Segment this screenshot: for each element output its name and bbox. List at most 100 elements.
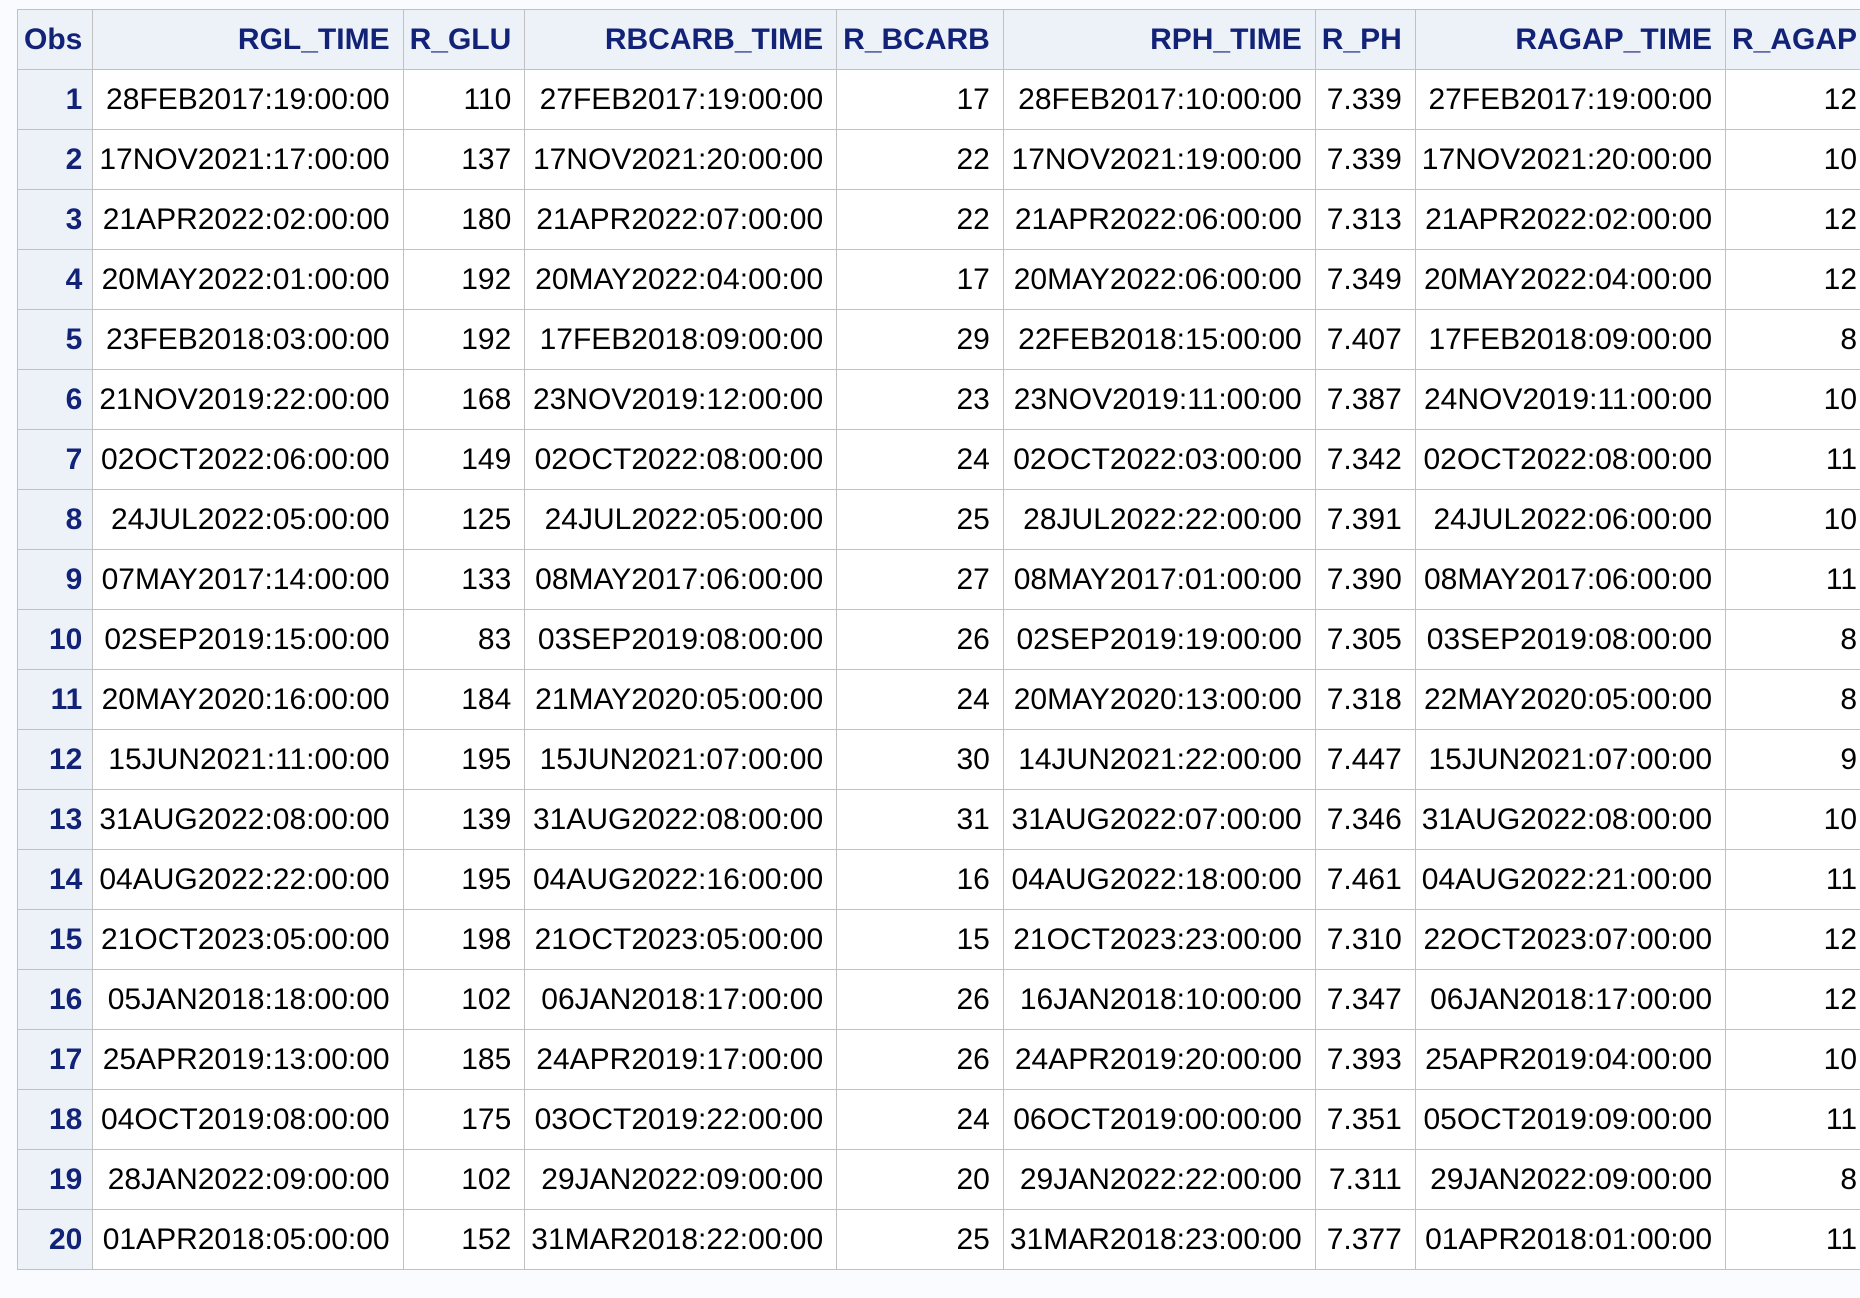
cell-rph-time: 28JUL2022:22:00:00 bbox=[1002, 489, 1316, 550]
cell-r-glu: 137 bbox=[402, 129, 526, 190]
cell-r-agap: 8 bbox=[1725, 609, 1860, 670]
cell-ragap-time: 06JAN2018:17:00:00 bbox=[1414, 969, 1727, 1030]
cell-r-bcarb: 31 bbox=[836, 789, 1004, 850]
obs-number-cell: 15 bbox=[16, 909, 94, 970]
cell-r-agap: 10 bbox=[1725, 789, 1860, 850]
cell-rgl-time: 20MAY2022:01:00:00 bbox=[92, 249, 404, 310]
cell-rgl-time: 24JUL2022:05:00:00 bbox=[92, 489, 404, 550]
cell-r-agap: 11 bbox=[1725, 849, 1860, 910]
cell-rgl-time: 23FEB2018:03:00:00 bbox=[92, 309, 404, 370]
cell-r-glu: 195 bbox=[402, 729, 526, 790]
cell-r-bcarb: 22 bbox=[836, 189, 1004, 250]
cell-r-agap: 10 bbox=[1725, 369, 1860, 430]
cell-rph-time: 24APR2019:20:00:00 bbox=[1002, 1029, 1316, 1090]
cell-r-bcarb: 20 bbox=[836, 1149, 1004, 1210]
cell-ragap-time: 17FEB2018:09:00:00 bbox=[1414, 309, 1727, 370]
obs-number-cell: 16 bbox=[16, 969, 94, 1030]
cell-rgl-time: 04OCT2019:08:00:00 bbox=[92, 1089, 404, 1150]
cell-rph-time: 20MAY2020:13:00:00 bbox=[1002, 669, 1316, 730]
cell-rph-time: 23NOV2019:11:00:00 bbox=[1002, 369, 1316, 430]
cell-r-glu: 83 bbox=[402, 609, 526, 670]
cell-ragap-time: 02OCT2022:08:00:00 bbox=[1414, 429, 1727, 490]
cell-r-agap: 12 bbox=[1725, 189, 1860, 250]
cell-rbcarb-time: 21OCT2023:05:00:00 bbox=[524, 909, 838, 970]
cell-r-glu: 125 bbox=[402, 489, 526, 550]
column-header-ragap-time: RAGAP_TIME bbox=[1414, 9, 1727, 70]
table-header-row: Obs RGL_TIME R_GLU RBCARB_TIME R_BCARB RPH_TI… bbox=[16, 9, 1860, 70]
cell-rbcarb-time: 08MAY2017:06:00:00 bbox=[524, 549, 838, 610]
cell-r-agap: 8 bbox=[1725, 1149, 1860, 1210]
cell-r-bcarb: 30 bbox=[836, 729, 1004, 790]
cell-r-glu: 185 bbox=[402, 1029, 526, 1090]
cell-r-bcarb: 24 bbox=[836, 1089, 1004, 1150]
cell-r-agap: 10 bbox=[1725, 129, 1860, 190]
cell-r-glu: 175 bbox=[402, 1089, 526, 1150]
cell-r-glu: 168 bbox=[402, 369, 526, 430]
cell-rph-time: 31MAR2018:23:00:00 bbox=[1002, 1209, 1316, 1270]
obs-number-cell: 10 bbox=[16, 609, 94, 670]
obs-number-cell: 7 bbox=[16, 429, 94, 490]
cell-rbcarb-time: 29JAN2022:09:00:00 bbox=[524, 1149, 838, 1210]
cell-ragap-time: 01APR2018:01:00:00 bbox=[1414, 1209, 1727, 1270]
cell-ragap-time: 04AUG2022:21:00:00 bbox=[1414, 849, 1727, 910]
cell-r-bcarb: 24 bbox=[836, 429, 1004, 490]
column-header-r-bcarb: R_BCARB bbox=[836, 9, 1004, 70]
cell-r-ph: 7.310 bbox=[1314, 909, 1416, 970]
cell-r-ph: 7.339 bbox=[1314, 129, 1416, 190]
column-header-r-glu: R_GLU bbox=[402, 9, 526, 70]
cell-r-ph: 7.313 bbox=[1314, 189, 1416, 250]
obs-number-cell: 3 bbox=[16, 189, 94, 250]
cell-rgl-time: 25APR2019:13:00:00 bbox=[92, 1029, 404, 1090]
cell-r-glu: 139 bbox=[402, 789, 526, 850]
cell-r-glu: 180 bbox=[402, 189, 526, 250]
cell-rgl-time: 20MAY2020:16:00:00 bbox=[92, 669, 404, 730]
column-header-rbcarb-time: RBCARB_TIME bbox=[524, 9, 838, 70]
table-row: 14 04AUG2022:22:00:00 195 04AUG2022:16:00:0… bbox=[16, 849, 1860, 910]
obs-number-cell: 11 bbox=[16, 669, 94, 730]
cell-rph-time: 02SEP2019:19:00:00 bbox=[1002, 609, 1316, 670]
obs-number-cell: 12 bbox=[16, 729, 94, 790]
cell-r-glu: 149 bbox=[402, 429, 526, 490]
cell-r-bcarb: 26 bbox=[836, 969, 1004, 1030]
cell-r-glu: 102 bbox=[402, 1149, 526, 1210]
cell-ragap-time: 20MAY2022:04:00:00 bbox=[1414, 249, 1727, 310]
cell-r-ph: 7.305 bbox=[1314, 609, 1416, 670]
cell-rph-time: 22FEB2018:15:00:00 bbox=[1002, 309, 1316, 370]
cell-r-ph: 7.407 bbox=[1314, 309, 1416, 370]
cell-ragap-time: 24NOV2019:11:00:00 bbox=[1414, 369, 1727, 430]
cell-rph-time: 02OCT2022:03:00:00 bbox=[1002, 429, 1316, 490]
cell-r-bcarb: 16 bbox=[836, 849, 1004, 910]
table-row: 11 20MAY2020:16:00:00 184 21MAY2020:05:00:0… bbox=[16, 669, 1860, 730]
column-header-r-ph: R_PH bbox=[1314, 9, 1416, 70]
obs-number-cell: 19 bbox=[16, 1149, 94, 1210]
obs-number-cell: 13 bbox=[16, 789, 94, 850]
cell-r-glu: 192 bbox=[402, 309, 526, 370]
table-row: 8 24JUL2022:05:00:00 125 24JUL2022:05:00:00… bbox=[16, 489, 1860, 550]
cell-rgl-time: 07MAY2017:14:00:00 bbox=[92, 549, 404, 610]
cell-r-ph: 7.351 bbox=[1314, 1089, 1416, 1150]
cell-rbcarb-time: 24APR2019:17:00:00 bbox=[524, 1029, 838, 1090]
cell-r-bcarb: 27 bbox=[836, 549, 1004, 610]
cell-ragap-time: 08MAY2017:06:00:00 bbox=[1414, 549, 1727, 610]
cell-r-glu: 133 bbox=[402, 549, 526, 610]
cell-r-bcarb: 22 bbox=[836, 129, 1004, 190]
cell-rgl-time: 28FEB2017:19:00:00 bbox=[92, 69, 404, 130]
cell-rgl-time: 05JAN2018:18:00:00 bbox=[92, 969, 404, 1030]
table-row: 9 07MAY2017:14:00:00 133 08MAY2017:06:00:00… bbox=[16, 549, 1860, 610]
cell-r-agap: 12 bbox=[1725, 69, 1860, 130]
cell-rbcarb-time: 21MAY2020:05:00:00 bbox=[524, 669, 838, 730]
cell-r-agap: 12 bbox=[1725, 909, 1860, 970]
cell-r-agap: 12 bbox=[1725, 249, 1860, 310]
cell-ragap-time: 15JUN2021:07:00:00 bbox=[1414, 729, 1727, 790]
cell-r-glu: 102 bbox=[402, 969, 526, 1030]
cell-r-ph: 7.346 bbox=[1314, 789, 1416, 850]
cell-rbcarb-time: 21APR2022:07:00:00 bbox=[524, 189, 838, 250]
obs-number-cell: 17 bbox=[16, 1029, 94, 1090]
cell-rgl-time: 01APR2018:05:00:00 bbox=[92, 1209, 404, 1270]
cell-rbcarb-time: 20MAY2022:04:00:00 bbox=[524, 249, 838, 310]
cell-r-bcarb: 17 bbox=[836, 249, 1004, 310]
cell-r-agap: 12 bbox=[1725, 969, 1860, 1030]
cell-rgl-time: 02SEP2019:15:00:00 bbox=[92, 609, 404, 670]
cell-r-agap: 11 bbox=[1725, 1209, 1860, 1270]
cell-rgl-time: 17NOV2021:17:00:00 bbox=[92, 129, 404, 190]
